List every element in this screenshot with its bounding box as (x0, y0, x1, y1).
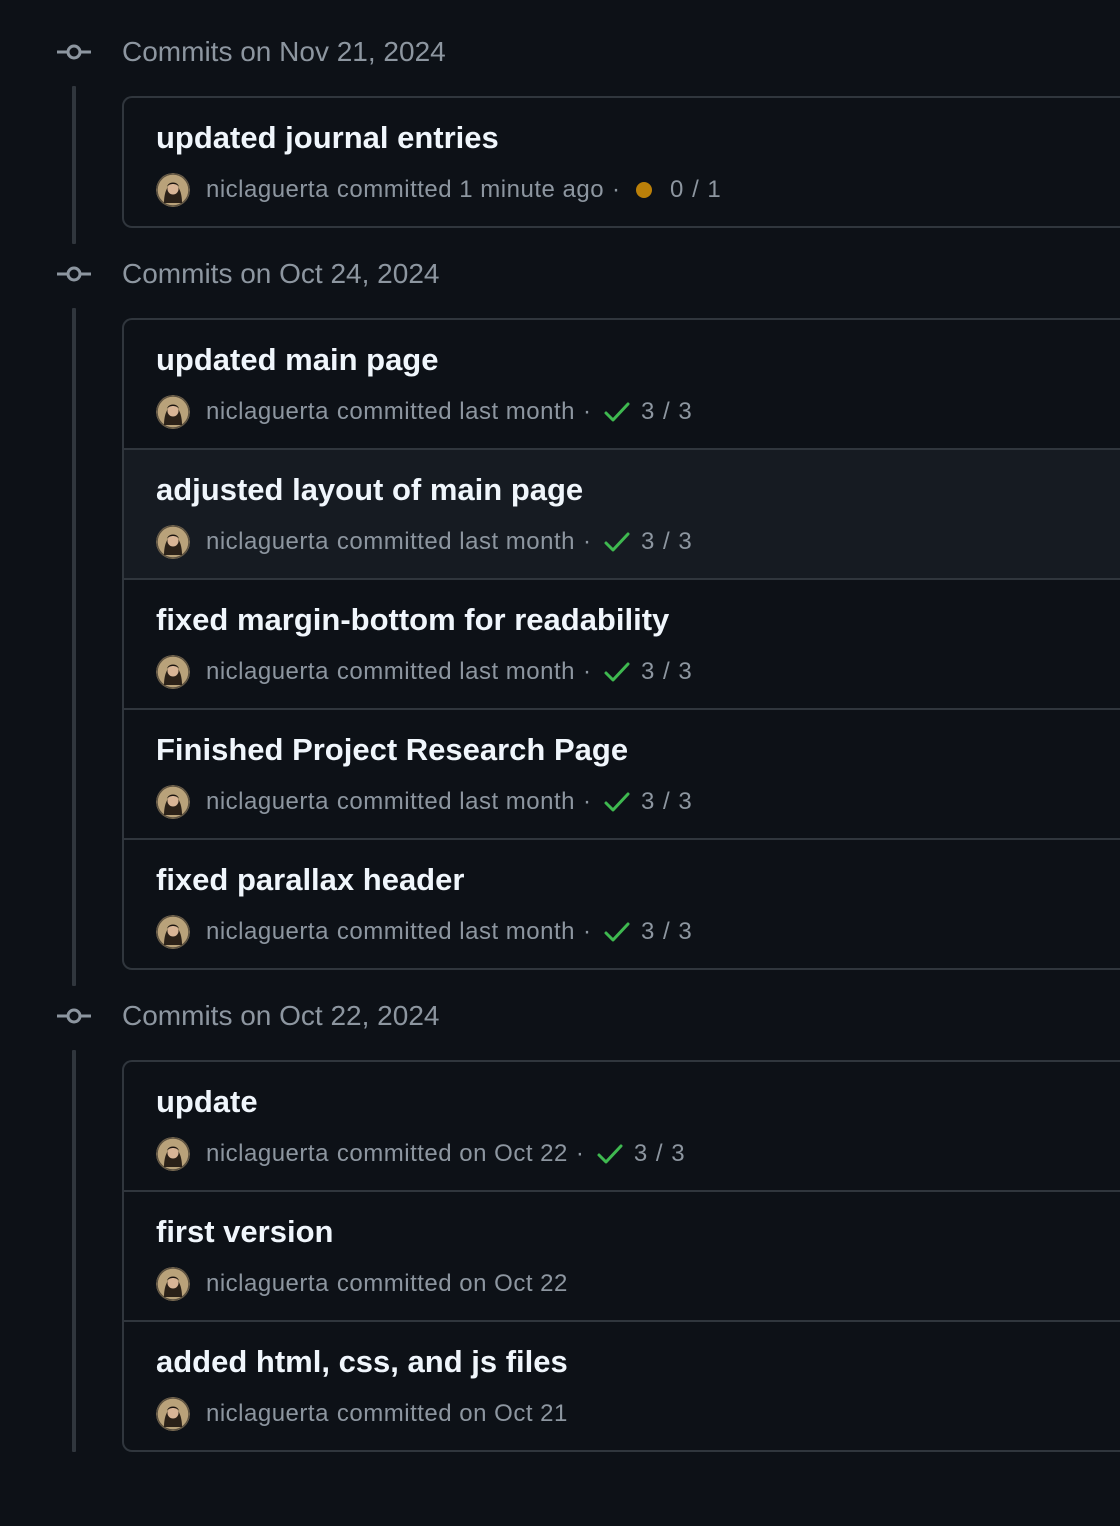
avatar[interactable] (156, 395, 190, 429)
commit-group-title: Commits on Oct 22, 2024 (122, 1000, 440, 1031)
git-commit-icon (57, 1008, 91, 1024)
commit-row[interactable]: Finished Project Research Page niclaguer… (124, 708, 1120, 838)
avatar[interactable] (156, 1267, 190, 1301)
commit-time: committed last month (336, 918, 576, 945)
commit-row[interactable]: fixed margin-bottom for readability nicl… (124, 578, 1120, 708)
commit-time: committed 1 minute ago (336, 176, 605, 203)
avatar[interactable] (156, 1397, 190, 1431)
check-icon[interactable] (596, 1142, 624, 1166)
separator: · (612, 176, 621, 203)
timeline-line (72, 1050, 76, 1452)
commit-time: committed on Oct 22 (336, 1140, 568, 1167)
commit-list: updated journal entries niclaguerta comm… (122, 96, 1120, 228)
commit-message-link[interactable]: Finished Project Research Page (156, 732, 628, 768)
author-link[interactable]: niclaguerta (206, 1270, 329, 1298)
avatar[interactable] (156, 655, 190, 689)
commit-list: updated main page niclaguerta committed … (122, 318, 1120, 970)
commit-row[interactable]: update niclaguerta committed on Oct 22 ·… (124, 1062, 1120, 1190)
checks-count[interactable]: 3 / 3 (641, 788, 693, 816)
checks-count[interactable]: 3 / 3 (641, 528, 693, 556)
author-link[interactable]: niclaguerta (206, 398, 329, 426)
git-commit-icon (57, 44, 91, 60)
separator: · (575, 1140, 584, 1167)
commit-row[interactable]: adjusted layout of main page niclaguerta… (124, 448, 1120, 578)
commit-time: committed last month (336, 658, 576, 685)
timeline-line (72, 86, 76, 244)
author-link[interactable]: niclaguerta (206, 788, 329, 816)
separator: · (583, 658, 592, 685)
commit-time: committed on Oct 21 (336, 1400, 568, 1427)
commit-time: committed last month (336, 788, 576, 815)
checks-count[interactable]: 3 / 3 (641, 918, 693, 946)
separator: · (583, 528, 592, 555)
commit-group-title: Commits on Oct 24, 2024 (122, 258, 440, 289)
commit-message-link[interactable]: update (156, 1084, 258, 1120)
commit-row[interactable]: updated main page niclaguerta committed … (124, 320, 1120, 448)
commit-group-title: Commits on Nov 21, 2024 (122, 36, 446, 67)
check-icon[interactable] (603, 530, 631, 554)
check-icon[interactable] (603, 400, 631, 424)
commit-group-header: Commits on Nov 21, 2024 (0, 29, 1120, 75)
commit-message-link[interactable]: fixed margin-bottom for readability (156, 602, 669, 638)
commit-message-link[interactable]: adjusted layout of main page (156, 472, 583, 508)
avatar[interactable] (156, 525, 190, 559)
commit-meta: niclaguerta committed last month · 3 / 3 (156, 524, 693, 560)
check-icon[interactable] (603, 790, 631, 814)
separator: · (583, 788, 592, 815)
commit-message-link[interactable]: updated main page (156, 342, 438, 378)
commit-message-link[interactable]: first version (156, 1214, 333, 1250)
commit-meta: niclaguerta committed 1 minute ago · 0 /… (156, 172, 722, 208)
commit-meta: niclaguerta committed on Oct 22 · 3 / 3 (156, 1136, 686, 1172)
commit-group-header: Commits on Oct 22, 2024 (0, 993, 1120, 1039)
pending-dot-icon[interactable] (636, 182, 653, 198)
commit-meta: niclaguerta committed last month · 3 / 3 (156, 784, 693, 820)
commit-list: update niclaguerta committed on Oct 22 ·… (122, 1060, 1120, 1452)
author-link[interactable]: niclaguerta (206, 528, 329, 556)
commit-meta: niclaguerta committed on Oct 21 (156, 1396, 568, 1432)
checks-count[interactable]: 3 / 3 (634, 1140, 686, 1168)
checks-count[interactable]: 0 / 1 (670, 176, 722, 204)
commit-row[interactable]: added html, css, and js files niclaguert… (124, 1320, 1120, 1450)
timeline-line (72, 308, 76, 986)
avatar[interactable] (156, 1137, 190, 1171)
commit-meta: niclaguerta committed last month · 3 / 3 (156, 394, 693, 430)
author-link[interactable]: niclaguerta (206, 918, 329, 946)
commit-group-header: Commits on Oct 24, 2024 (0, 251, 1120, 297)
avatar[interactable] (156, 785, 190, 819)
commit-time: committed last month (336, 398, 576, 425)
separator: · (583, 918, 592, 945)
checks-count[interactable]: 3 / 3 (641, 658, 693, 686)
check-icon[interactable] (603, 660, 631, 684)
commit-time: committed last month (336, 528, 576, 555)
author-link[interactable]: niclaguerta (206, 1400, 329, 1428)
avatar[interactable] (156, 915, 190, 949)
avatar[interactable] (156, 173, 190, 207)
git-commit-icon (57, 266, 91, 282)
commit-timeline: Commits on Nov 21, 2024 updated journal … (0, 0, 1120, 1526)
commit-meta: niclaguerta committed last month · 3 / 3 (156, 914, 693, 950)
commit-meta: niclaguerta committed last month · 3 / 3 (156, 654, 693, 690)
commit-row[interactable]: updated journal entries niclaguerta comm… (124, 98, 1120, 226)
commit-row[interactable]: first version niclaguerta committed on O… (124, 1190, 1120, 1320)
checks-count[interactable]: 3 / 3 (641, 398, 693, 426)
separator: · (583, 398, 592, 425)
check-icon[interactable] (603, 920, 631, 944)
commit-message-link[interactable]: fixed parallax header (156, 862, 464, 898)
commit-meta: niclaguerta committed on Oct 22 (156, 1266, 568, 1302)
author-link[interactable]: niclaguerta (206, 1140, 329, 1168)
commit-message-link[interactable]: updated journal entries (156, 120, 499, 156)
commit-row[interactable]: fixed parallax header niclaguerta commit… (124, 838, 1120, 968)
author-link[interactable]: niclaguerta (206, 658, 329, 686)
commit-message-link[interactable]: added html, css, and js files (156, 1344, 568, 1380)
commit-time: committed on Oct 22 (336, 1270, 568, 1297)
author-link[interactable]: niclaguerta (206, 176, 329, 204)
